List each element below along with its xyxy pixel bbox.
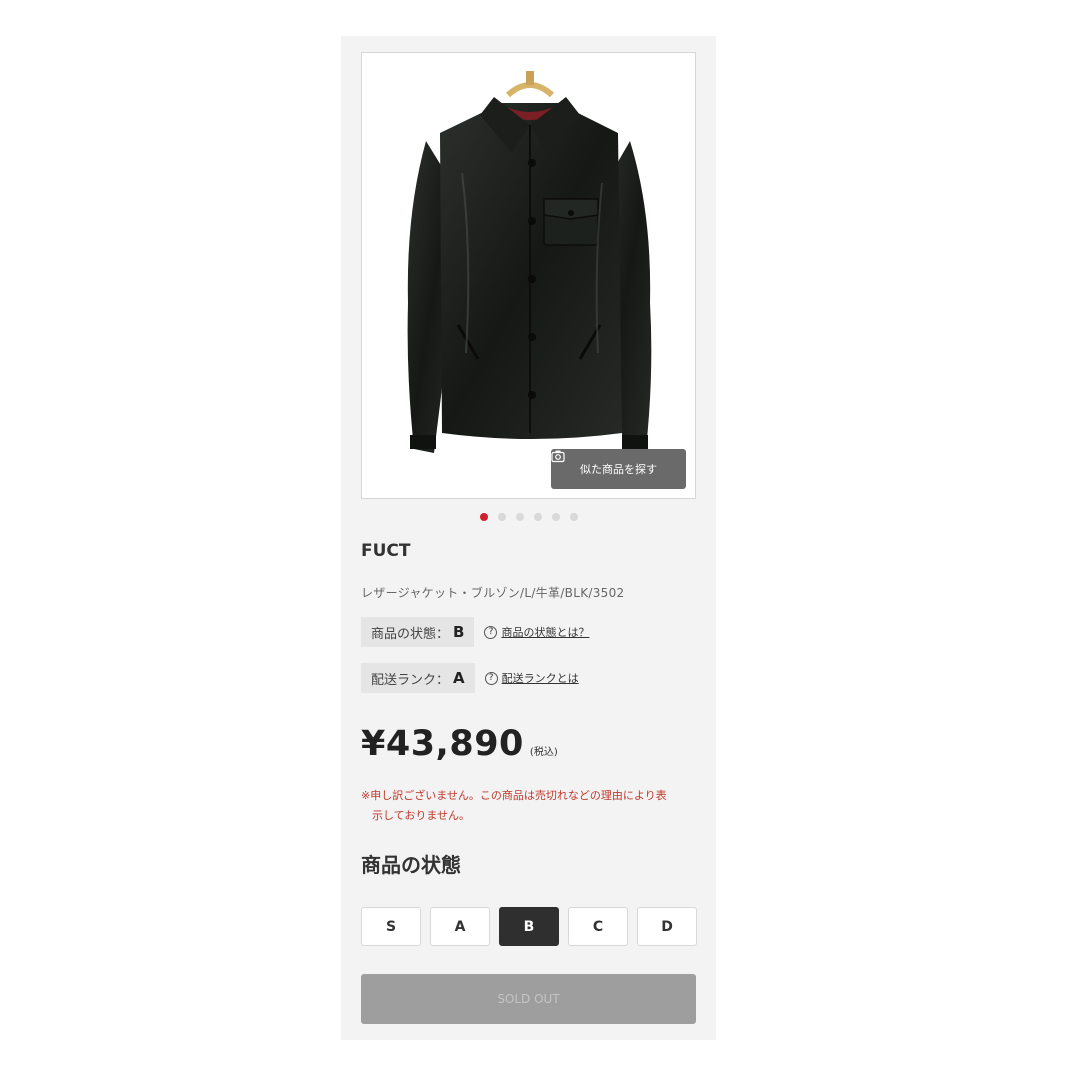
condition-section-title: 商品の状態	[361, 853, 461, 877]
condition-help-text: 商品の状態とは？	[501, 626, 590, 639]
condition-grade-selector: S A B C D	[361, 907, 697, 946]
shipping-help-text: 配送ランクとは	[501, 672, 579, 685]
condition-help-link[interactable]: ? 商品の状態とは？	[484, 624, 589, 640]
image-carousel-dots	[341, 513, 716, 521]
shipping-help-link[interactable]: ? 配送ランクとは	[484, 670, 579, 686]
grade-option-b[interactable]: B	[499, 907, 559, 946]
grade-option-d[interactable]: D	[637, 907, 697, 946]
shipping-label: 配送ランク：	[371, 672, 450, 688]
condition-row: 商品の状態： B ? 商品の状態とは？	[361, 617, 589, 647]
condition-value: B	[453, 623, 465, 641]
grade-option-a[interactable]: A	[430, 907, 490, 946]
shipping-badge: 配送ランク： A	[361, 663, 475, 693]
sold-out-button: SOLD OUT	[361, 974, 696, 1024]
product-name: レザージャケット・ブルゾン/L/牛革/BLK/3502	[361, 586, 625, 600]
grade-option-s[interactable]: S	[361, 907, 421, 946]
question-icon: ?	[484, 671, 498, 685]
find-similar-label: 似た商品を探す	[580, 463, 657, 476]
notice-line-2: 示しておりません。	[372, 809, 471, 822]
sold-out-notice: ※申し訳ございません。この商品は売切れなどの理由により表 示しておりません。	[361, 786, 701, 826]
leather-jacket-photo	[407, 71, 652, 453]
product-panel: 似た商品を探す FUCT レザージャケット・ブルゾン/L/牛革/BLK/3502…	[341, 36, 716, 1040]
shipping-row: 配送ランク： A ? 配送ランクとは	[361, 663, 579, 693]
carousel-dot-2[interactable]	[497, 513, 506, 521]
shipping-value: A	[453, 669, 465, 687]
question-icon: ?	[484, 625, 498, 639]
notice-line-1: ※申し訳ございません。この商品は売切れなどの理由により表	[361, 789, 667, 802]
tax-note: (税込)	[529, 747, 558, 758]
price-row: ¥43,890 (税込)	[361, 724, 558, 764]
carousel-dot-3[interactable]	[515, 513, 524, 521]
price: ¥43,890	[361, 724, 524, 764]
carousel-dot-1[interactable]	[479, 513, 488, 521]
carousel-dot-4[interactable]	[533, 513, 542, 521]
carousel-dot-5[interactable]	[551, 513, 560, 521]
condition-label: 商品の状態：	[371, 626, 450, 642]
camera-icon	[551, 450, 565, 463]
condition-badge: 商品の状態： B	[361, 617, 475, 647]
find-similar-button[interactable]: 似た商品を探す	[551, 449, 686, 489]
grade-option-c[interactable]: C	[568, 907, 628, 946]
product-image[interactable]: 似た商品を探す	[361, 52, 696, 499]
brand-name: FUCT	[361, 541, 411, 561]
carousel-dot-6[interactable]	[569, 513, 578, 521]
